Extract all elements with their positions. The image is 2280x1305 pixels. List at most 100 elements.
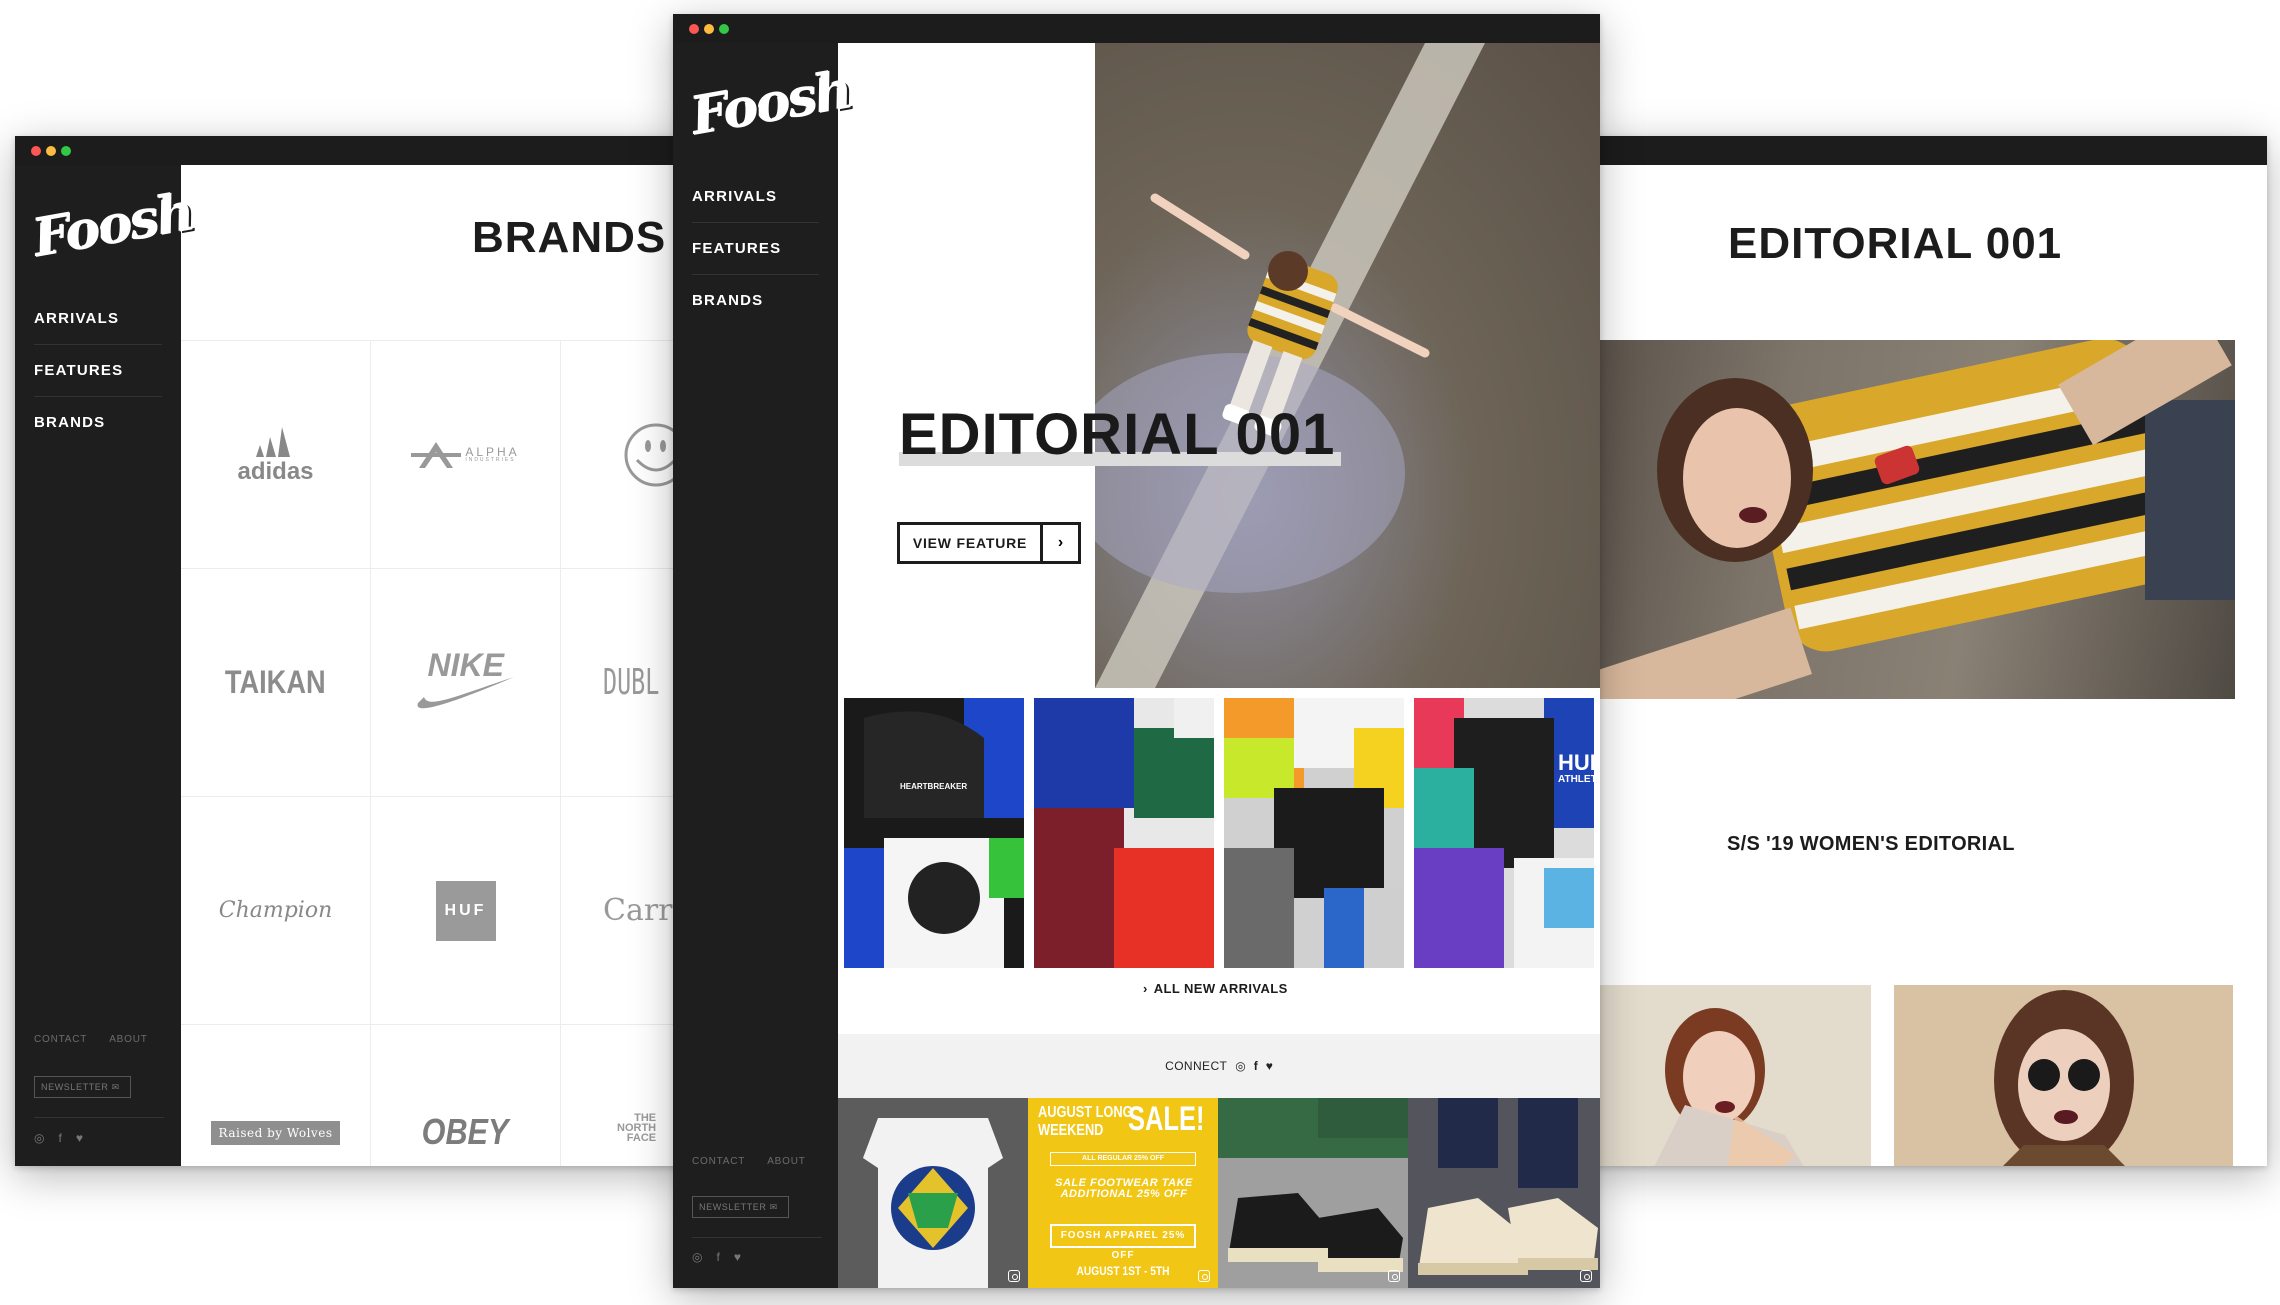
instagram-post-3[interactable] [1218, 1098, 1408, 1288]
about-link[interactable]: ABOUT [109, 1034, 147, 1045]
about-link[interactable]: ABOUT [767, 1156, 805, 1167]
page-title: EDITORIAL 001 [1728, 219, 2069, 268]
raised-by-wolves-box: Raised by Wolves [210, 1121, 341, 1145]
brand-nike[interactable]: NIKE [371, 569, 561, 797]
product-tile-illustration [1034, 698, 1214, 968]
editorial-subtitle: S/S '19 WOMEN'S EDITORIAL [1727, 833, 2015, 855]
brand-raised-by-wolves[interactable]: Raised by Wolves [181, 1025, 371, 1166]
hero-photo[interactable] [1095, 43, 1600, 688]
all-new-arrivals-link[interactable]: › ALL NEW ARRIVALS [1143, 981, 1288, 996]
facebook-icon[interactable]: f [1254, 1059, 1258, 1073]
alpha-logo-icon [411, 441, 462, 468]
nav-item-features[interactable]: FEATURES [34, 345, 162, 397]
nav-item-brands[interactable]: BRANDS [692, 275, 819, 327]
sidebar-nav: ARRIVALS FEATURES BRANDS [34, 293, 162, 449]
product-tile-3[interactable] [1224, 698, 1404, 968]
instagram-icon[interactable]: ◎ [692, 1250, 702, 1264]
nav-item-arrivals[interactable]: ARRIVALS [34, 293, 162, 345]
window-titlebar [1585, 136, 2267, 165]
editorial-photo-illustration [1994, 990, 2134, 1166]
editorial-photo-2[interactable] [1585, 985, 1871, 1166]
sidebar: Foosh ARRIVALS FEATURES BRANDS CONTACT AB… [673, 43, 856, 1288]
newsletter-label: NEWSLETTER [699, 1202, 767, 1212]
maximize-window-button[interactable] [719, 24, 729, 34]
instagram-icon [1388, 1270, 1400, 1282]
instagram-post-4[interactable] [1408, 1098, 1600, 1288]
product-tile-2[interactable] [1034, 698, 1214, 968]
view-feature-button[interactable]: VIEW FEATURE › [897, 522, 1081, 564]
page-title: BRANDS [472, 213, 673, 262]
hero-photo-illustration [1095, 43, 1485, 688]
promo-sale: SALE! [1128, 1100, 1205, 1138]
connect-label: CONNECT [1165, 1059, 1228, 1073]
chevron-right-icon: › [1040, 525, 1078, 561]
close-window-button[interactable] [689, 24, 699, 34]
brand-label: Raised by Wolves [218, 1126, 333, 1140]
chevron-right-icon: › [1143, 981, 1148, 996]
brands-header: BRANDS [181, 165, 695, 340]
facebook-icon[interactable]: f [58, 1131, 61, 1145]
instagram-icon[interactable]: ◎ [1235, 1059, 1245, 1073]
sidebar: Foosh ARRIVALS FEATURES BRANDS CONTACT AB… [15, 165, 198, 1166]
editorial-photo-illustration [1585, 340, 2235, 699]
editorial-hero-photo[interactable] [1585, 340, 2235, 699]
home-window: Foosh ARRIVALS FEATURES BRANDS CONTACT AB… [673, 14, 1600, 1288]
instagram-post-1[interactable] [838, 1098, 1028, 1288]
brand-obey[interactable]: OBEY [371, 1025, 561, 1166]
minimize-window-button[interactable] [46, 146, 56, 156]
brand-label: FACE [626, 1132, 657, 1144]
brand-label: INDUSTRIES [465, 457, 516, 463]
social-links: ◎ f ♥ [692, 1250, 755, 1264]
newsletter-button[interactable]: NEWSLETTER ✉ [692, 1196, 789, 1218]
instagram-icon [1198, 1270, 1210, 1282]
all-new-arrivals-label: ALL NEW ARRIVALS [1153, 981, 1288, 996]
minimize-window-button[interactable] [704, 24, 714, 34]
brand-huf[interactable]: HUF [371, 797, 561, 1025]
brand-alpha-industries[interactable]: ALPHA INDUSTRIES [371, 341, 561, 569]
brand-champion[interactable]: Champion [181, 797, 371, 1025]
twitter-icon[interactable]: ♥ [734, 1250, 741, 1264]
product-tile-illustration [1414, 698, 1594, 968]
view-feature-label: VIEW FEATURE [912, 535, 1028, 551]
nav-item-features[interactable]: FEATURES [692, 223, 819, 275]
brand-adidas[interactable]: adidas [181, 341, 371, 569]
foosh-logo[interactable]: Foosh [687, 60, 856, 148]
contact-link[interactable]: CONTACT [34, 1034, 87, 1045]
newsletter-button[interactable]: NEWSLETTER ✉ [34, 1076, 131, 1098]
product-tile-text: HEARTBREAKER [900, 782, 968, 791]
contact-link[interactable]: CONTACT [692, 1156, 745, 1167]
footer-divider [34, 1117, 164, 1118]
promo-line: SALE FOOTWEAR TAKE ADDITIONAL 25% OFF [1055, 1177, 1193, 1200]
brands-grid: adidas ALPHA INDUSTRIES TAIKAN NIKE DUBL [181, 340, 695, 1166]
foosh-logo[interactable]: Foosh [29, 182, 198, 270]
instagram-icon [1580, 1270, 1592, 1282]
promo-dates: AUGUST 1ST - 5TH [1076, 1264, 1170, 1278]
brand-label: Champion [218, 898, 333, 923]
twitter-icon[interactable]: ♥ [1266, 1059, 1273, 1073]
brand-label: Carr [603, 893, 673, 928]
window-titlebar [15, 136, 695, 165]
product-tile-4[interactable]: HUF ATHLETI [1414, 698, 1594, 968]
maximize-window-button[interactable] [61, 146, 71, 156]
facebook-icon[interactable]: f [716, 1250, 719, 1264]
adidas-logo-icon [255, 427, 290, 457]
instagram-post-2[interactable]: AUGUST LONG WEEKEND SALE! ALL REGULAR 25… [1028, 1098, 1218, 1288]
nav-item-arrivals[interactable]: ARRIVALS [692, 171, 819, 223]
promo-line: FOOSH APPAREL 25% OFF [1050, 1224, 1196, 1261]
footer-divider [692, 1237, 822, 1238]
product-tile-illustration [844, 698, 1024, 968]
editorial-photo-3[interactable] [1894, 985, 2233, 1166]
connect-bar: CONNECT ◎ f ♥ [838, 1034, 1600, 1098]
product-tile-text: HUF [1558, 750, 1594, 775]
instagram-post-illustration [838, 1098, 1028, 1288]
brand-taikan[interactable]: TAIKAN [181, 569, 371, 797]
instagram-icon[interactable]: ◎ [34, 1131, 44, 1145]
product-tile-1[interactable]: HEARTBREAKER [844, 698, 1024, 968]
nav-item-brands[interactable]: BRANDS [34, 397, 162, 449]
instagram-icon [1008, 1270, 1020, 1282]
sidebar-nav: ARRIVALS FEATURES BRANDS [692, 171, 819, 327]
close-window-button[interactable] [31, 146, 41, 156]
huf-logo-box: HUF [435, 880, 496, 941]
product-tile-text: ATHLETI [1558, 774, 1594, 785]
twitter-icon[interactable]: ♥ [76, 1131, 83, 1145]
